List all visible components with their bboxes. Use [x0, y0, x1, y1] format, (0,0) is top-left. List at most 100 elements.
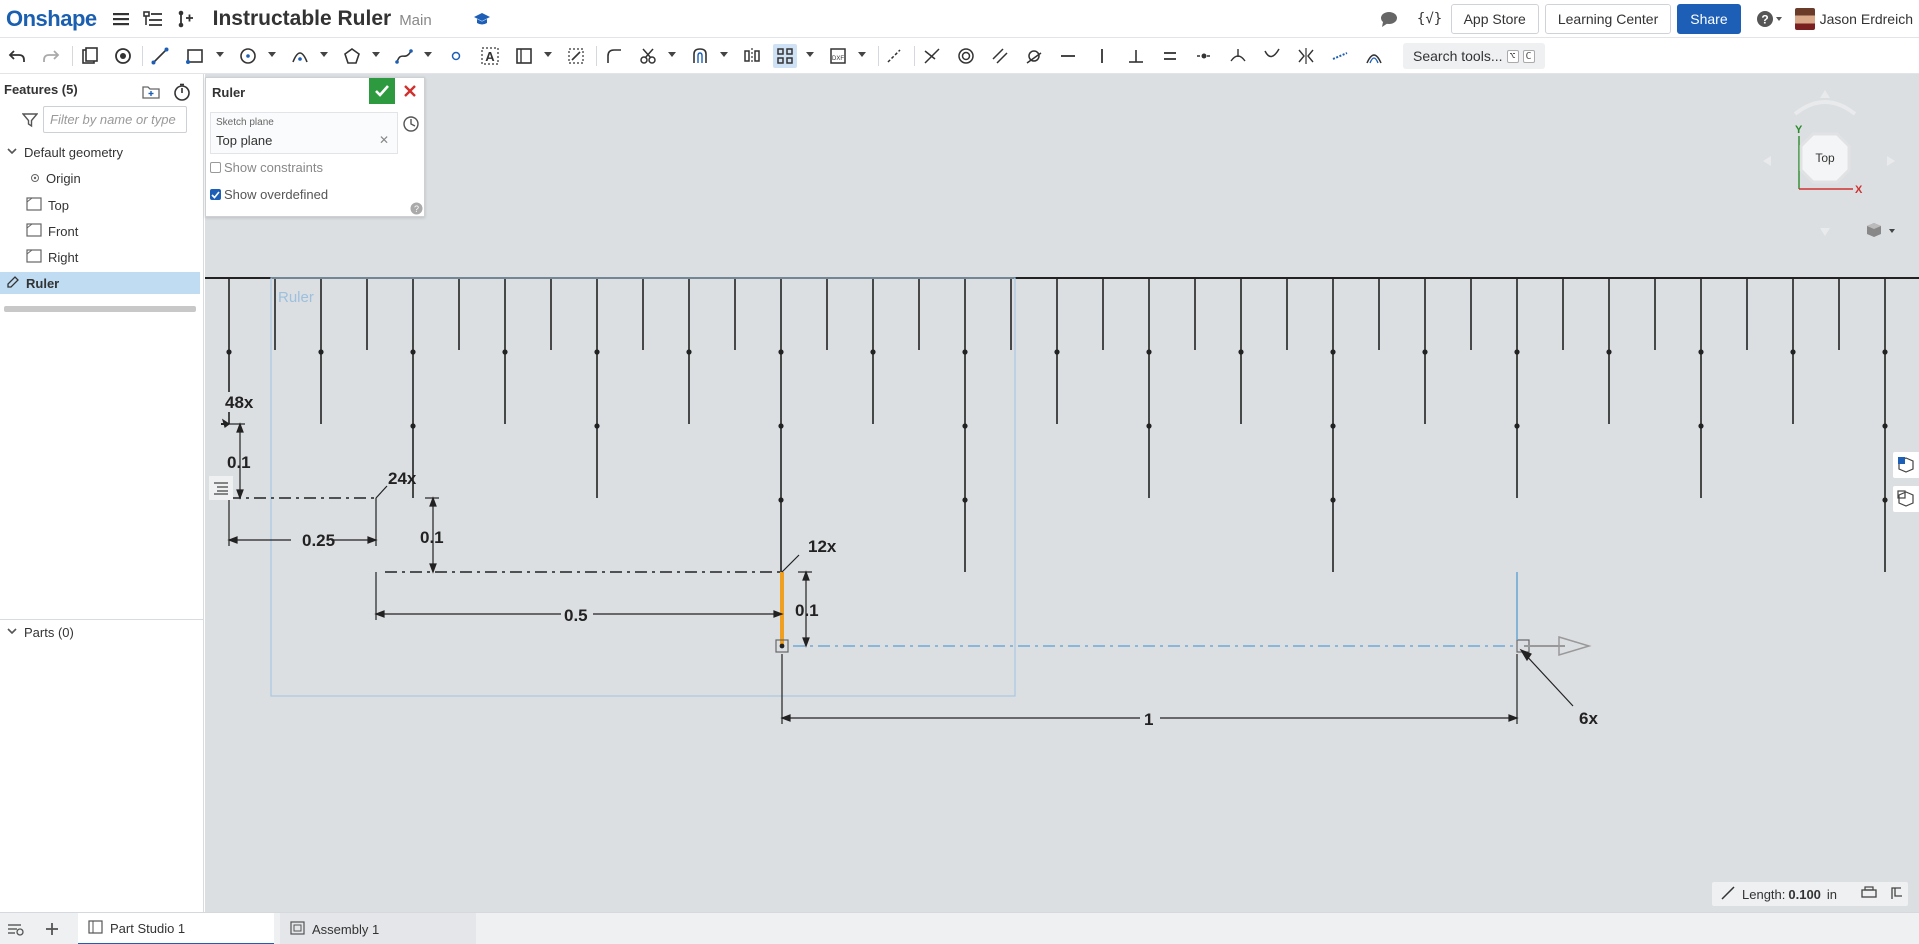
sketch-point[interactable]: [1330, 497, 1336, 503]
checkbox-checked[interactable]: [210, 189, 221, 200]
parts-list-header[interactable]: Parts (0): [6, 625, 74, 640]
dim-12x[interactable]: 12x: [808, 537, 837, 556]
curvature-icon[interactable]: [1362, 44, 1386, 68]
add-tab-icon[interactable]: [40, 917, 64, 941]
sketch-point[interactable]: [410, 423, 416, 429]
sketch-point[interactable]: [962, 349, 968, 355]
learning-center-button[interactable]: Learning Center: [1544, 4, 1672, 34]
feature-list-scrollbar[interactable]: [4, 306, 196, 312]
sketch-point[interactable]: [1790, 349, 1796, 355]
tree-item-front[interactable]: Front: [26, 223, 78, 240]
spline-dropdown-icon[interactable]: [424, 52, 432, 57]
sketch-point[interactable]: [778, 497, 784, 503]
feature-list-icon[interactable]: [141, 7, 165, 31]
checkbox-unchecked[interactable]: [210, 162, 221, 173]
sketch-point[interactable]: [594, 349, 600, 355]
arc-dropdown-icon[interactable]: [320, 52, 328, 57]
sketch-point[interactable]: [502, 349, 508, 355]
show-constraints-checkbox[interactable]: Show constraints: [210, 160, 323, 175]
pattern-dropdown-icon[interactable]: [806, 52, 814, 57]
sketch-point[interactable]: [1882, 349, 1888, 355]
sketch-point[interactable]: [1330, 349, 1336, 355]
variables-icon[interactable]: {√}: [1415, 7, 1445, 31]
help-icon[interactable]: ?: [410, 202, 423, 220]
tree-item-default-geometry[interactable]: Default geometry: [6, 145, 123, 160]
sketch-point[interactable]: [1238, 349, 1244, 355]
sketch-point[interactable]: [686, 349, 692, 355]
polygon-icon[interactable]: [340, 44, 364, 68]
sketch-point[interactable]: [1054, 349, 1060, 355]
app-store-button[interactable]: App Store: [1450, 4, 1539, 34]
sketch-point[interactable]: [778, 349, 784, 355]
sketch-point[interactable]: [1146, 349, 1152, 355]
linear-pattern-icon[interactable]: [773, 44, 797, 68]
tree-item-ruler[interactable]: Ruler: [6, 275, 59, 292]
show-overdefined-checkbox[interactable]: Show overdefined: [210, 187, 328, 202]
help-icon[interactable]: ?: [1755, 7, 1785, 31]
tab-manager-icon[interactable]: [4, 917, 28, 941]
dim-24x[interactable]: 24x: [388, 469, 417, 488]
fix-icon[interactable]: [1328, 44, 1352, 68]
learning-hat-icon[interactable]: [470, 7, 494, 31]
circle-icon[interactable]: [236, 44, 260, 68]
appearance-panel-icon[interactable]: [1893, 452, 1919, 478]
sketch-list-icon[interactable]: [209, 476, 233, 500]
trim-dropdown-icon[interactable]: [668, 52, 676, 57]
user-menu[interactable]: Jason Erdreich: [1794, 8, 1913, 30]
perpendicular-icon[interactable]: [1124, 44, 1148, 68]
tangent-icon[interactable]: [1022, 44, 1046, 68]
insert-image-icon[interactable]: [512, 44, 536, 68]
add-folder-icon[interactable]: [139, 80, 163, 104]
rollback-timer-icon[interactable]: [170, 80, 194, 104]
comments-icon[interactable]: [1377, 7, 1401, 31]
dim-vertical-0-1-b[interactable]: 0.1: [420, 528, 444, 547]
concentric-icon[interactable]: [954, 44, 978, 68]
polygon-dropdown-icon[interactable]: [372, 52, 380, 57]
symmetric-icon[interactable]: [1294, 44, 1318, 68]
tree-item-top[interactable]: Top: [26, 197, 69, 214]
ruler-sketch[interactable]: Ruler 48x 0.1 0.25 24x 0.1 0.5 12x 0.1 1…: [205, 74, 1919, 912]
document-title[interactable]: Instructable Ruler: [213, 7, 392, 31]
dimension-icon[interactable]: [564, 44, 588, 68]
sketch-point[interactable]: [318, 349, 324, 355]
sketch-point[interactable]: [870, 349, 876, 355]
graphics-canvas[interactable]: Ruler 48x 0.1 0.25 24x 0.1 0.5 12x 0.1 1…: [205, 74, 1919, 912]
dim-vertical-0-1-a[interactable]: 0.1: [227, 453, 251, 472]
tree-item-right[interactable]: Right: [26, 249, 78, 266]
sketch-point[interactable]: [1606, 349, 1612, 355]
offset-dropdown-icon[interactable]: [720, 52, 728, 57]
clear-selection-icon[interactable]: ✕: [379, 133, 389, 147]
redo-icon[interactable]: [39, 44, 63, 68]
rotate-up-icon[interactable]: [1820, 90, 1830, 98]
configurations-panel-icon[interactable]: [1893, 486, 1919, 512]
workspace-name[interactable]: Main: [399, 12, 432, 29]
construction-icon[interactable]: [882, 44, 906, 68]
filter-input[interactable]: Filter by name or type: [43, 106, 187, 133]
orbit-arc-icon[interactable]: [1793, 100, 1857, 116]
sketch-point[interactable]: [1514, 349, 1520, 355]
sketch-point[interactable]: [1698, 423, 1704, 429]
sketch-point[interactable]: [779, 643, 785, 649]
offset-icon[interactable]: [688, 44, 712, 68]
dim-48x[interactable]: 48x: [225, 393, 254, 412]
rotate-right-icon[interactable]: [1887, 156, 1895, 166]
dxf-import-icon[interactable]: DXF: [826, 44, 850, 68]
sketch-point[interactable]: [1882, 497, 1888, 503]
sketch-point[interactable]: [778, 423, 784, 429]
arc-icon[interactable]: [288, 44, 312, 68]
print-icon[interactable]: [1861, 885, 1877, 903]
sketch-point[interactable]: [1330, 423, 1336, 429]
menu-icon[interactable]: [109, 7, 133, 31]
panel-divider[interactable]: [0, 619, 204, 620]
dim-horizontal-0-25[interactable]: 0.25: [302, 531, 335, 550]
mirror-icon[interactable]: [740, 44, 764, 68]
accept-check-icon[interactable]: [369, 78, 395, 104]
trim-icon[interactable]: [636, 44, 660, 68]
vertical-icon[interactable]: [1090, 44, 1114, 68]
sketch-point[interactable]: [1698, 349, 1704, 355]
dim-horizontal-1[interactable]: 1: [1144, 710, 1153, 729]
normal-icon[interactable]: [1226, 44, 1250, 68]
sketch-settings-icon[interactable]: [111, 44, 135, 68]
pierce-icon[interactable]: [1260, 44, 1284, 68]
view-options-icon[interactable]: [1865, 221, 1899, 244]
